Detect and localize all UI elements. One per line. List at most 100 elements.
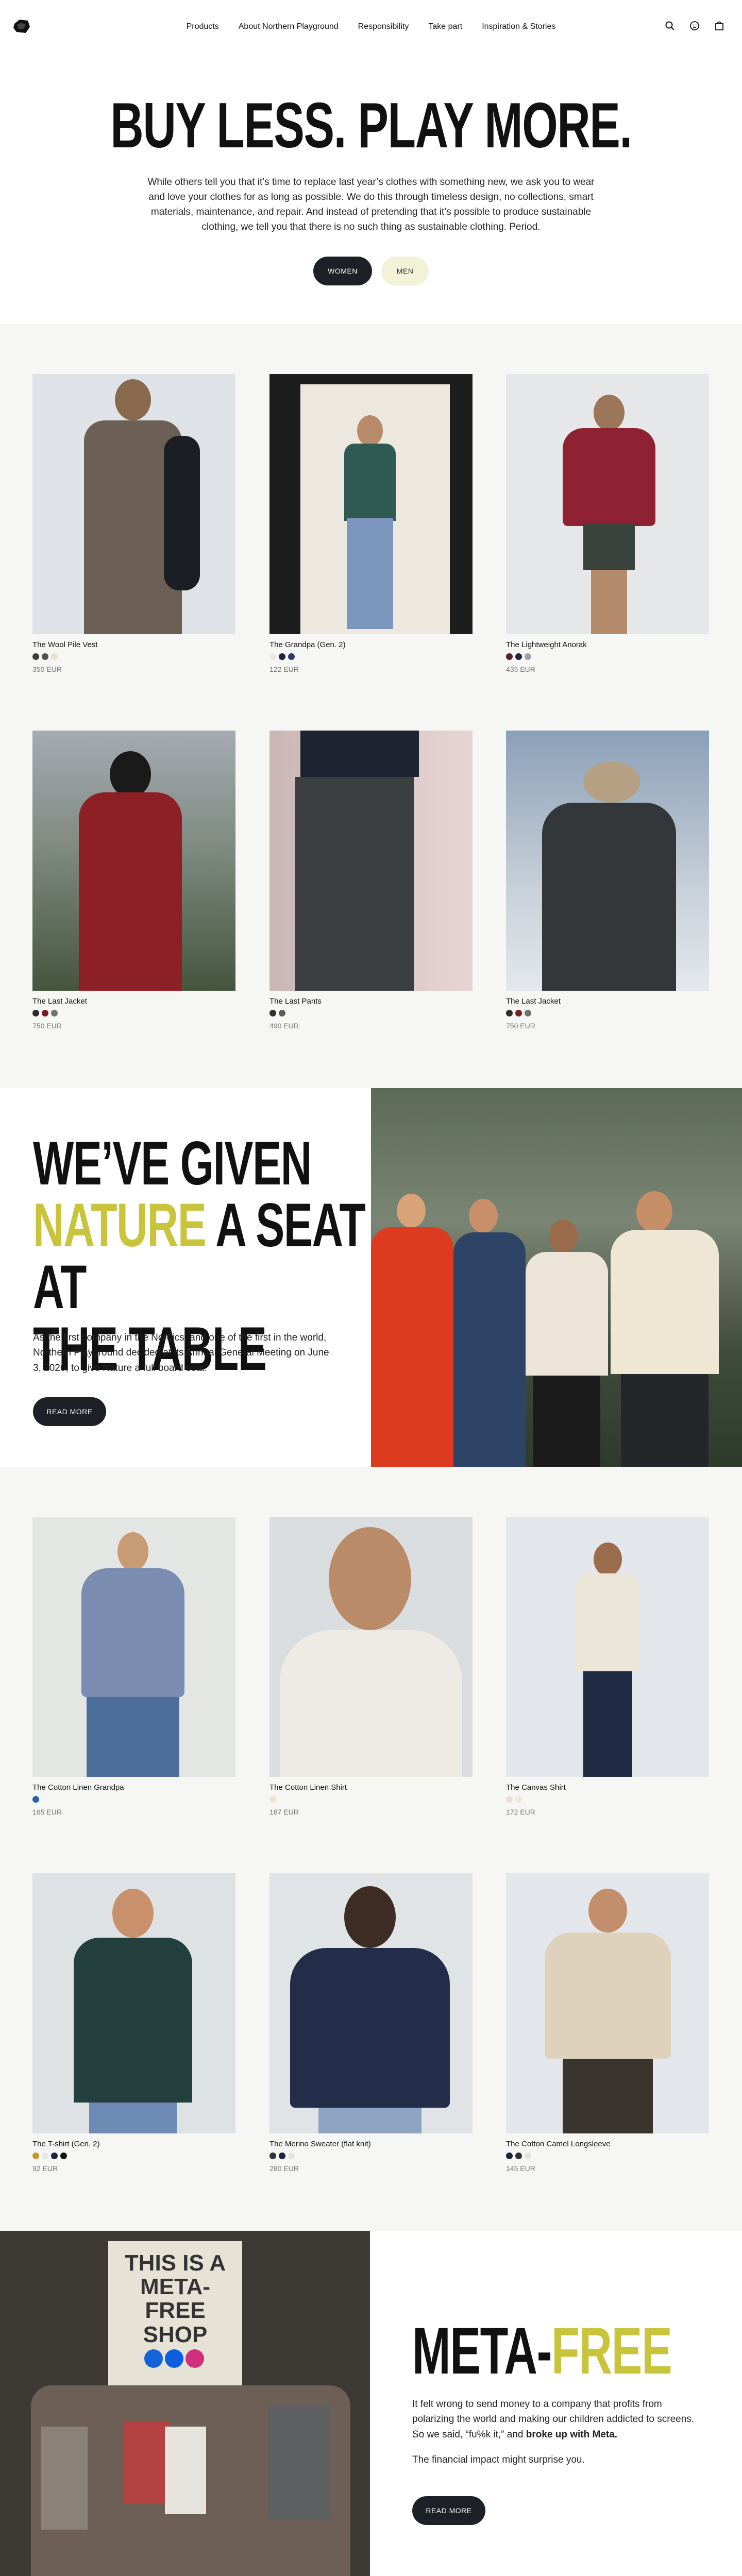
product-image[interactable]	[269, 1517, 473, 1777]
product-image[interactable]	[506, 1517, 709, 1777]
meta-body: It felt wrong to send money to a company…	[412, 2397, 706, 2442]
bag-icon[interactable]	[713, 20, 726, 32]
product-name[interactable]: The Cotton Linen Shirt	[269, 1783, 473, 1792]
color-swatch[interactable]	[269, 1010, 276, 1016]
product-name[interactable]: The Last Pants	[269, 997, 473, 1006]
color-swatches	[269, 2153, 473, 2159]
color-swatch[interactable]	[42, 653, 48, 660]
color-swatch[interactable]	[32, 1010, 39, 1016]
color-swatch[interactable]	[269, 653, 276, 660]
product-card[interactable]: The Canvas Shirt 172 EUR	[506, 1517, 709, 1816]
nav-responsibility[interactable]: Responsibility	[358, 22, 409, 31]
color-swatch[interactable]	[32, 653, 39, 660]
product-card[interactable]: The Cotton Linen Grandpa 165 EUR	[32, 1517, 235, 1816]
color-swatch[interactable]	[506, 2153, 513, 2159]
meta-title: META-FREE	[412, 2318, 672, 2384]
color-swatches	[32, 2153, 235, 2159]
product-image[interactable]	[269, 731, 473, 991]
color-swatch[interactable]	[32, 1796, 39, 1803]
product-card[interactable]: The Last Jacket 750 EUR	[32, 731, 235, 1030]
color-swatch[interactable]	[279, 653, 285, 660]
product-image[interactable]	[506, 1873, 709, 2133]
meta-title-main: META	[412, 2314, 537, 2388]
product-name[interactable]: The Last Jacket	[506, 997, 709, 1006]
header-actions	[664, 20, 726, 32]
color-swatch[interactable]	[51, 653, 58, 660]
color-swatch[interactable]	[51, 2153, 58, 2159]
color-swatch[interactable]	[269, 2153, 276, 2159]
product-card[interactable]: The Cotton Camel Longsleeve 145 EUR	[506, 1873, 709, 2173]
product-image[interactable]	[32, 1517, 235, 1777]
color-swatch[interactable]	[506, 1010, 513, 1016]
product-card[interactable]: The Last Pants 490 EUR	[269, 731, 473, 1030]
color-swatch[interactable]	[515, 1796, 522, 1803]
product-card[interactable]: The Grandpa (Gen. 2) 122 EUR	[269, 374, 473, 673]
product-card[interactable]: The Wool Pile Vest 350 EUR	[32, 374, 235, 673]
product-image[interactable]	[269, 1873, 473, 2133]
product-price: 750 EUR	[32, 1022, 62, 1030]
color-swatches	[269, 653, 473, 660]
northern-playground-logo[interactable]	[12, 19, 31, 34]
board-photo	[371, 1088, 742, 1467]
account-icon[interactable]	[688, 20, 701, 32]
color-swatch[interactable]	[506, 1796, 513, 1803]
color-swatch[interactable]	[506, 653, 513, 660]
product-image[interactable]	[506, 731, 709, 991]
hero-body: While others tell you that it’s time to …	[147, 177, 595, 232]
product-price: 145 EUR	[506, 2164, 535, 2173]
product-name[interactable]: The Merino Sweater (flat knit)	[269, 2140, 473, 2148]
product-image[interactable]	[269, 374, 473, 634]
nav-about[interactable]: About Northern Playground	[239, 22, 339, 31]
product-card[interactable]: The T-shirt (Gen. 2) 92 EUR	[32, 1873, 235, 2173]
color-swatch[interactable]	[515, 1010, 522, 1016]
color-swatch[interactable]	[42, 1010, 48, 1016]
color-swatch[interactable]	[288, 2153, 295, 2159]
color-swatch[interactable]	[32, 2153, 39, 2159]
product-name[interactable]: The Cotton Linen Grandpa	[32, 1783, 235, 1792]
product-card[interactable]: The Last Jacket 750 EUR	[506, 731, 709, 1030]
feature-title-accent: NATURE	[33, 1191, 207, 1260]
product-name[interactable]: The Grandpa (Gen. 2)	[269, 640, 473, 649]
color-swatch[interactable]	[269, 1796, 276, 1803]
nav-products[interactable]: Products	[187, 22, 219, 31]
product-card[interactable]: The Cotton Linen Shirt 167 EUR	[269, 1517, 473, 1816]
color-swatch[interactable]	[525, 1010, 531, 1016]
women-button[interactable]: WOMEN	[313, 256, 372, 285]
product-card[interactable]: The Merino Sweater (flat knit) 280 EUR	[269, 1873, 473, 2173]
color-swatches	[32, 1010, 235, 1016]
product-price: 350 EUR	[32, 665, 62, 673]
nav-take-part[interactable]: Take part	[428, 22, 462, 31]
nav-inspiration[interactable]: Inspiration & Stories	[482, 22, 555, 31]
color-swatch[interactable]	[515, 2153, 522, 2159]
product-price: 92 EUR	[32, 2164, 58, 2173]
color-swatch[interactable]	[51, 1010, 58, 1016]
product-name[interactable]: The T-shirt (Gen. 2)	[32, 2140, 235, 2148]
product-name[interactable]: The Last Jacket	[32, 997, 235, 1006]
product-name[interactable]: The Wool Pile Vest	[32, 640, 235, 649]
color-swatch[interactable]	[515, 653, 522, 660]
color-swatches	[32, 1796, 235, 1803]
search-icon[interactable]	[664, 20, 676, 32]
color-swatch[interactable]	[279, 1010, 285, 1016]
color-swatch[interactable]	[279, 2153, 285, 2159]
feature-read-more-button[interactable]: READ MORE	[33, 1397, 106, 1426]
meta-free-shop-photo: THIS IS A META-FREE SHOP	[0, 2231, 370, 2576]
color-swatch[interactable]	[288, 653, 295, 660]
product-image[interactable]	[506, 374, 709, 634]
men-products-grid: The Cotton Linen Grandpa 165 EUR The Cot…	[0, 1467, 742, 2231]
product-card[interactable]: The Lightweight Anorak 435 EUR	[506, 374, 709, 673]
color-swatch[interactable]	[42, 2153, 48, 2159]
product-name[interactable]: The Lightweight Anorak	[506, 640, 709, 649]
meta-title-accent: FREE	[551, 2314, 672, 2388]
product-image[interactable]	[32, 731, 235, 991]
product-image[interactable]	[32, 1873, 235, 2133]
color-swatch[interactable]	[525, 2153, 531, 2159]
color-swatch[interactable]	[525, 653, 531, 660]
product-name[interactable]: The Cotton Camel Longsleeve	[506, 2140, 709, 2148]
color-swatch[interactable]	[60, 2153, 67, 2159]
product-name[interactable]: The Canvas Shirt	[506, 1783, 709, 1792]
meta-body-bold: broke up with Meta.	[526, 2429, 618, 2440]
product-image[interactable]	[32, 374, 235, 634]
meta-read-more-button[interactable]: READ MORE	[412, 2496, 485, 2525]
men-button[interactable]: MEN	[381, 256, 429, 285]
